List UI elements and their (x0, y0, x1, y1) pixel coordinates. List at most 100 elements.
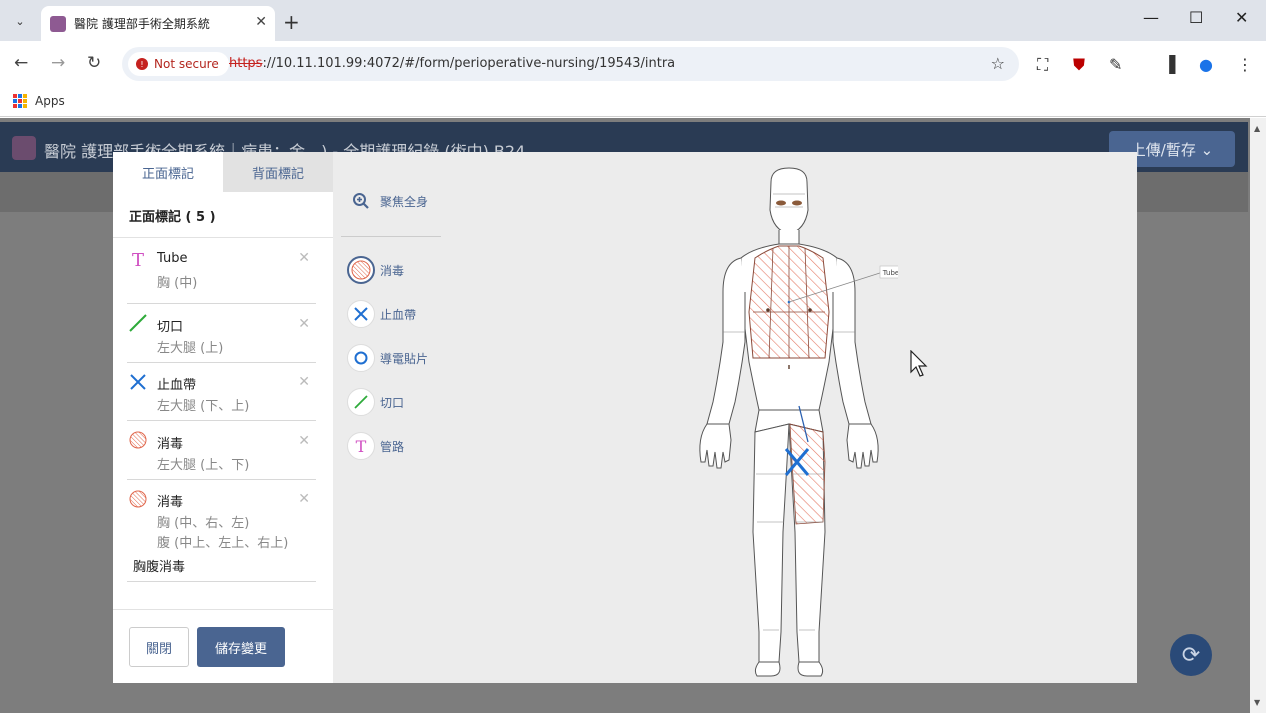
remove-mark-icon[interactable]: ✕ (298, 433, 310, 449)
url-rest: ://10.11.101.99:4072/#/form/perioperativ… (262, 56, 676, 71)
svg-text:T: T (132, 250, 144, 268)
reload-icon[interactable]: ↻ (87, 53, 101, 73)
mark-location: 左大腿 (上) (157, 341, 224, 356)
warning-icon: ! (136, 58, 148, 70)
minimize-icon[interactable]: — (1143, 8, 1159, 27)
bookmarks-bar: Apps (0, 87, 1266, 117)
tube-t-icon: T (132, 250, 144, 268)
extensions-icon[interactable]: ✎ (1109, 55, 1122, 74)
disinfection-hatch-icon (129, 490, 147, 508)
apps-grid-icon[interactable] (13, 94, 27, 108)
body-diagram-front[interactable]: Tube (683, 162, 898, 677)
incision-line-icon (347, 388, 375, 416)
tab-back-marks[interactable]: 背面標記 (223, 152, 333, 192)
divider (113, 237, 333, 238)
incision-tool[interactable]: 切口 (347, 388, 404, 416)
grounding-pad-tool[interactable]: 導電貼片 (347, 344, 428, 372)
disinfection-hatch-icon (347, 256, 375, 284)
forward-arrow-icon[interactable]: → (51, 53, 65, 73)
tool-label: 消毒 (380, 263, 405, 278)
mark-name: Tube (157, 251, 188, 266)
window-close-icon[interactable]: ✕ (1235, 8, 1248, 27)
bookmark-star-icon[interactable]: ☆ (991, 54, 1005, 73)
focus-whole-body-tool[interactable]: 聚焦全身 (347, 187, 428, 215)
mark-item[interactable]: 止血帶 左大腿 (下、上) ✕ (127, 363, 316, 421)
tab-close-icon[interactable]: ✕ (255, 14, 267, 30)
save-changes-button[interactable]: 儲存變更 (197, 627, 285, 667)
mark-location: 腹 (中上、左上、右上) (157, 536, 289, 551)
remove-mark-icon[interactable]: ✕ (298, 316, 310, 332)
tourniquet-x-icon (130, 374, 146, 390)
ublock-icon[interactable]: ⛊ (1073, 55, 1085, 75)
scroll-up-icon[interactable]: ▲ (1254, 124, 1260, 133)
head (769, 167, 809, 235)
svg-text:T: T (356, 438, 367, 454)
mark-note: 胸腹消毒 (133, 560, 186, 575)
marks-count-header: 正面標記 ( 5 ) (129, 210, 216, 225)
mark-name: 消毒 (157, 495, 184, 510)
refresh-button[interactable]: ⟳ (1170, 634, 1212, 676)
tool-label: 導電貼片 (380, 351, 429, 366)
tab-title: 醫院 護理部手術全期系統 (74, 17, 210, 31)
back-arrow-icon[interactable]: ← (14, 53, 28, 73)
tool-label: 管路 (380, 439, 405, 454)
url-scheme: https (229, 56, 263, 71)
disinfection-tool[interactable]: 消毒 (347, 256, 404, 284)
side-tabs: 正面標記 背面標記 (113, 152, 333, 192)
tab-search-chevron-icon[interactable]: ⌄ (8, 9, 32, 33)
new-tab-button[interactable]: + (283, 10, 300, 34)
mark-item[interactable]: T Tube 胸 (中) ✕ (127, 246, 316, 304)
mark-item[interactable]: 消毒 左大腿 (上、下) ✕ (127, 421, 316, 480)
mark-item[interactable]: 消毒 胸 (中、右、左) 腹 (中上、左上、右上) 胸腹消毒 ✕ (127, 480, 316, 582)
divider (341, 236, 441, 237)
remove-mark-icon[interactable]: ✕ (298, 491, 310, 507)
right-foot (754, 661, 781, 677)
divider (113, 609, 333, 610)
tool-palette: 聚焦全身 消毒 止血帶 導電貼片 切口 T 管路 (341, 152, 441, 683)
tube-tool[interactable]: T 管路 (347, 432, 404, 460)
mark-name: 切口 (157, 320, 184, 335)
maximize-icon[interactable]: ☐ (1189, 8, 1203, 27)
mark-item[interactable]: 切口 左大腿 (上) ✕ (127, 304, 316, 363)
browser-tabstrip: ⌄ 醫院 護理部手術全期系統 ✕ + — ☐ ✕ (0, 0, 1266, 41)
right-leg (752, 423, 790, 663)
mark-location: 左大腿 (下、上) (157, 399, 250, 414)
address-bar[interactable]: ! Not secure https://10.11.101.99:4072/#… (122, 47, 1019, 81)
remove-mark-icon[interactable]: ✕ (298, 250, 310, 266)
security-chip[interactable]: ! Not secure (128, 52, 229, 76)
favicon-icon (50, 15, 66, 32)
tool-label: 聚焦全身 (380, 194, 429, 209)
disinfection-hatch-icon (129, 431, 147, 449)
left-arm (832, 257, 872, 425)
side-panel-icon[interactable]: ▐ (1163, 55, 1175, 74)
mark-name: 止血帶 (157, 378, 197, 393)
left-hand (846, 423, 879, 469)
screenshot-icon[interactable]: ⛶ (1037, 55, 1048, 75)
tourniquet-tool[interactable]: 止血帶 (347, 300, 416, 328)
tube-label: Tube (882, 269, 898, 277)
tourniquet-x-icon (347, 300, 375, 328)
scroll-down-icon[interactable]: ▼ (1254, 698, 1260, 707)
url-text[interactable]: https://10.11.101.99:4072/#/form/periope… (229, 56, 675, 71)
tool-label: 切口 (380, 395, 405, 410)
body-mark-modal: 正面標記 背面標記 正面標記 ( 5 ) T Tube 胸 (中) ✕ 切口 左… (113, 152, 1137, 683)
profile-avatar-icon[interactable]: ● (1199, 55, 1213, 74)
apps-bookmark[interactable]: Apps (35, 94, 65, 108)
hospital-logo-icon (12, 136, 36, 160)
page-scrollbar[interactable]: ▲ ▼ (1250, 118, 1266, 713)
incision-line-icon (129, 314, 147, 332)
mark-name: 消毒 (157, 437, 184, 452)
menu-kebab-icon[interactable]: ⋮ (1237, 55, 1253, 74)
right-arm (706, 257, 746, 425)
close-button[interactable]: 關閉 (129, 627, 189, 667)
left-foot (797, 661, 824, 677)
mark-location: 胸 (中、右、左) (157, 516, 250, 531)
browser-tab[interactable]: 醫院 護理部手術全期系統 ✕ (41, 6, 275, 41)
mark-location: 左大腿 (上、下) (157, 458, 250, 473)
security-label: Not secure (154, 57, 219, 71)
mark-location: 胸 (中) (157, 276, 198, 291)
zoom-in-icon (347, 187, 375, 215)
remove-mark-icon[interactable]: ✕ (298, 374, 310, 390)
tab-front-marks[interactable]: 正面標記 (113, 152, 223, 192)
grounding-pad-circle-icon (347, 344, 375, 372)
